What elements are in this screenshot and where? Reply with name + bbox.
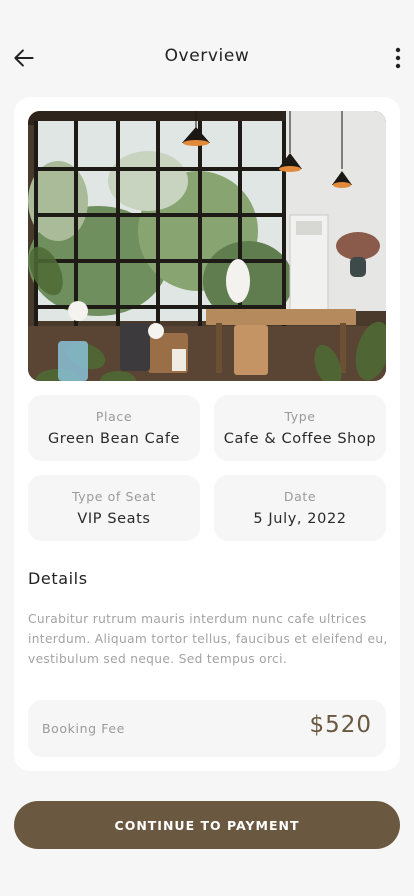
booking-fee-label: Booking Fee: [42, 721, 125, 736]
booking-fee-value: $520: [309, 712, 372, 738]
more-vertical-icon: [395, 47, 401, 69]
place-info: Place Green Bean Cafe: [28, 395, 200, 461]
details-heading: Details: [28, 569, 88, 588]
type-value: Cafe & Coffee Shop: [223, 431, 377, 447]
seat-value: VIP Seats: [77, 511, 151, 527]
date-info: Date 5 July, 2022: [214, 475, 386, 541]
type-label: Type: [284, 409, 316, 424]
date-value: 5 July, 2022: [253, 511, 347, 527]
date-label: Date: [283, 489, 317, 504]
details-description: Curabitur rutrum mauris interdum nunc ca…: [28, 612, 388, 666]
place-value: Green Bean Cafe: [47, 431, 181, 447]
type-info: Type Cafe & Coffee Shop: [214, 395, 386, 461]
more-options-button[interactable]: [386, 42, 410, 74]
cafe-interior-photo: [28, 111, 386, 381]
booking-fee-box: Booking Fee $520: [28, 700, 386, 757]
top-bar: Overview: [0, 0, 414, 96]
seat-label: Type of Seat: [71, 489, 157, 504]
continue-to-payment-button[interactable]: CONTINUE TO PAYMENT: [14, 801, 400, 849]
seat-info: Type of Seat VIP Seats: [28, 475, 200, 541]
page-title: Overview: [164, 46, 250, 66]
overview-card: Place Green Bean Cafe Type Cafe & Coffee…: [14, 97, 400, 771]
place-label: Place: [95, 409, 133, 424]
